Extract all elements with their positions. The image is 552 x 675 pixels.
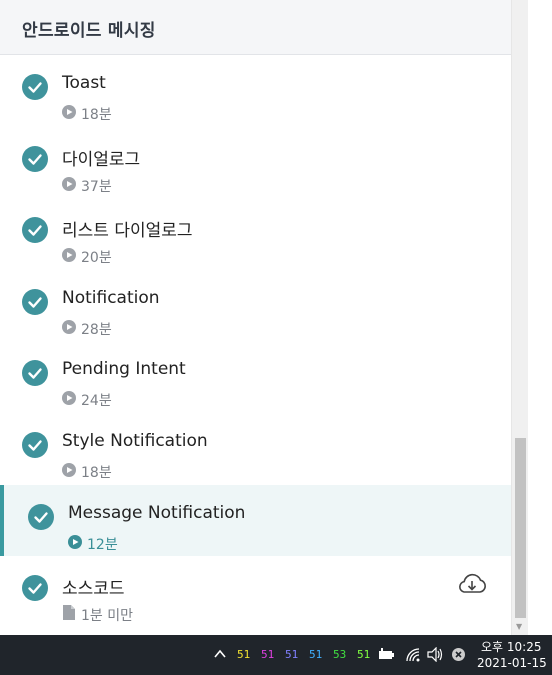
scroll-down-arrow-icon[interactable]: ▼ <box>516 622 522 631</box>
lecture-item[interactable]: Style Notification 18분 <box>0 413 511 484</box>
taskbar: 51 51 51 51 53 51 오후 10:25 2021-01-15 <box>0 635 552 675</box>
lecture-item[interactable]: 소스코드 1분 미만 <box>0 556 511 627</box>
play-circle-icon <box>62 105 76 119</box>
lecture-item[interactable]: Pending Intent 24분 <box>0 341 511 412</box>
tray-counter[interactable]: 51 <box>285 648 298 661</box>
lecture-item[interactable]: 다이얼로그 37분 <box>0 127 511 198</box>
volume-icon[interactable] <box>427 647 444 662</box>
lecture-title: Style Notification <box>62 431 208 451</box>
curriculum-panel: 안드로이드 메시징 Toast 18분 다이얼로그 37분 리스트 다이얼로그 20분 No… <box>0 0 511 635</box>
close-circle-icon[interactable] <box>451 647 466 662</box>
lecture-duration: 20분 <box>81 250 112 266</box>
lecture-title: 소스코드 <box>62 579 125 599</box>
lecture-duration: 12분 <box>87 537 118 553</box>
lecture-title: Notification <box>62 288 160 308</box>
window-edge <box>528 0 552 635</box>
lecture-item[interactable]: Toast 18분 <box>0 55 511 126</box>
lecture-title: Toast <box>62 73 106 93</box>
clock-time[interactable]: 오후 10:25 <box>481 638 541 655</box>
play-circle-icon <box>62 391 76 405</box>
play-circle-icon <box>68 535 82 549</box>
scrollbar-thumb[interactable] <box>515 438 526 618</box>
lecture-item[interactable]: 리스트 다이얼로그 20분 <box>0 198 511 269</box>
chevron-up-icon[interactable] <box>213 647 227 661</box>
check-circle-icon <box>22 360 48 386</box>
lecture-item[interactable]: Notification 28분 <box>0 270 511 341</box>
lecture-duration: 37분 <box>81 179 112 195</box>
section-header[interactable]: 안드로이드 메시징 <box>0 0 511 55</box>
battery-icon[interactable] <box>378 647 396 661</box>
check-circle-icon <box>22 217 48 243</box>
lecture-item[interactable]: Message Notification 12분 <box>0 485 511 556</box>
file-icon <box>63 605 75 620</box>
play-circle-icon <box>62 463 76 477</box>
tray-counter[interactable]: 53 <box>333 648 346 661</box>
clock-date[interactable]: 2021-01-15 <box>477 656 547 670</box>
check-circle-icon <box>22 432 48 458</box>
lecture-duration: 28분 <box>81 322 112 338</box>
lecture-duration: 18분 <box>81 107 112 123</box>
lecture-title: Message Notification <box>68 503 246 523</box>
check-circle-icon <box>28 504 54 530</box>
wifi-icon[interactable] <box>405 647 421 663</box>
tray-counter[interactable]: 51 <box>261 648 274 661</box>
lecture-duration: 1분 미만 <box>81 608 133 624</box>
lecture-title: Pending Intent <box>62 359 186 379</box>
cloud-download-icon[interactable] <box>456 572 488 596</box>
play-circle-icon <box>62 320 76 334</box>
scrollbar[interactable]: ▼ <box>511 0 529 635</box>
check-circle-icon <box>22 146 48 172</box>
tray-counter[interactable]: 51 <box>237 648 250 661</box>
check-circle-icon <box>22 74 48 100</box>
check-circle-icon <box>22 289 48 315</box>
check-circle-icon <box>22 575 48 601</box>
section-title: 안드로이드 메시징 <box>22 21 156 41</box>
lecture-title: 다이얼로그 <box>62 150 141 170</box>
play-circle-icon <box>62 248 76 262</box>
lecture-duration: 24분 <box>81 393 112 409</box>
play-circle-icon <box>62 177 76 191</box>
tray-counter[interactable]: 51 <box>309 648 322 661</box>
active-indicator <box>0 485 4 556</box>
lecture-duration: 18분 <box>81 465 112 481</box>
tray-counter[interactable]: 51 <box>357 648 370 661</box>
lecture-title: 리스트 다이얼로그 <box>62 221 193 241</box>
